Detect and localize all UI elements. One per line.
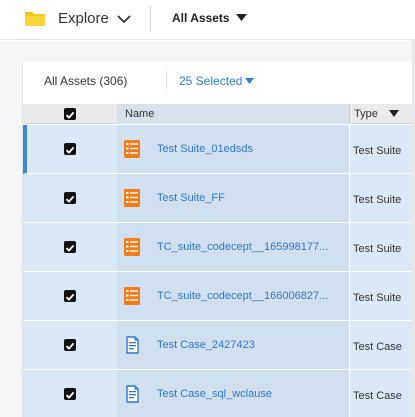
asset-type: Test Suite (353, 194, 402, 206)
asset-name-link[interactable]: Test Case_sql_wclause (157, 388, 272, 400)
checkmark-icon (65, 293, 75, 301)
column-separator (349, 125, 350, 173)
table-row[interactable]: Test Suite_FF Test Suite (23, 174, 412, 223)
asset-type: Test Suite (353, 292, 402, 304)
asset-name-link[interactable]: Test Suite_FF (157, 192, 225, 204)
checkmark-icon (65, 195, 75, 203)
row-checkbox[interactable] (64, 339, 76, 351)
test-case-icon (123, 384, 141, 404)
asset-name-link[interactable]: Test Suite_01edsds (157, 143, 253, 155)
asset-type: Test Case (353, 341, 402, 353)
test-suite-icon (123, 139, 141, 159)
asset-type: Test Suite (353, 243, 402, 255)
row-checkbox[interactable] (64, 290, 76, 302)
select-all-checkbox[interactable] (64, 108, 76, 120)
asset-name-link[interactable]: TC_suite_codecept__166006827... (157, 290, 328, 302)
selected-count-dropdown[interactable]: 25 Selected (179, 74, 242, 88)
table-row[interactable]: Test Suite_01edsds Test Suite (23, 125, 412, 174)
table-row[interactable]: Test Case_sql_wclause Test Case (23, 370, 412, 417)
column-separator (349, 272, 350, 320)
asset-count-label: All Assets (306) (44, 74, 128, 88)
divider (166, 71, 167, 89)
asset-type: Test Suite (353, 145, 402, 157)
divider (150, 6, 151, 32)
name-column-header[interactable]: Name (125, 108, 154, 120)
assets-panel: All Assets (306) 25 Selected Name Type T… (22, 62, 412, 417)
checkmark-icon (65, 111, 75, 119)
test-case-icon (123, 335, 141, 355)
row-checkbox[interactable] (64, 143, 76, 155)
checkmark-icon (65, 391, 75, 399)
column-separator (349, 174, 350, 222)
caret-down-icon[interactable] (245, 78, 254, 85)
column-separator (349, 321, 350, 369)
caret-down-icon[interactable] (236, 14, 247, 22)
type-column-header[interactable]: Type (354, 108, 378, 120)
row-checkbox[interactable] (64, 241, 76, 253)
row-checkbox[interactable] (64, 192, 76, 204)
row-checkbox[interactable] (64, 388, 76, 400)
column-separator[interactable] (349, 104, 350, 124)
top-bar: Explore All Assets (0, 0, 415, 40)
table-row[interactable]: TC_suite_codecept__165998177... Test Suit… (23, 223, 412, 272)
checkmark-icon (65, 244, 75, 252)
column-separator (349, 370, 350, 417)
asset-name-link[interactable]: TC_suite_codecept__165998177... (157, 241, 328, 253)
column-separator (349, 223, 350, 271)
asset-type: Test Case (353, 390, 402, 402)
explore-menu-label[interactable]: Explore (58, 10, 109, 27)
chevron-down-icon[interactable] (116, 13, 132, 25)
checkmark-icon (65, 342, 75, 350)
table-row[interactable]: TC_suite_codecept__166006827... Test Suit… (23, 272, 412, 321)
name-cell (117, 174, 349, 222)
test-suite-icon (123, 286, 141, 306)
folder-icon[interactable] (24, 11, 46, 27)
asset-name-link[interactable]: Test Case_2427423 (157, 339, 255, 351)
checkmark-icon (65, 146, 75, 154)
table-row[interactable]: Test Case_2427423 Test Case (23, 321, 412, 370)
table-header: Name Type (23, 104, 412, 124)
sort-caret-icon[interactable] (389, 110, 399, 118)
test-suite-icon (123, 188, 141, 208)
test-suite-icon (123, 237, 141, 257)
asset-scope-dropdown[interactable]: All Assets (172, 11, 230, 25)
